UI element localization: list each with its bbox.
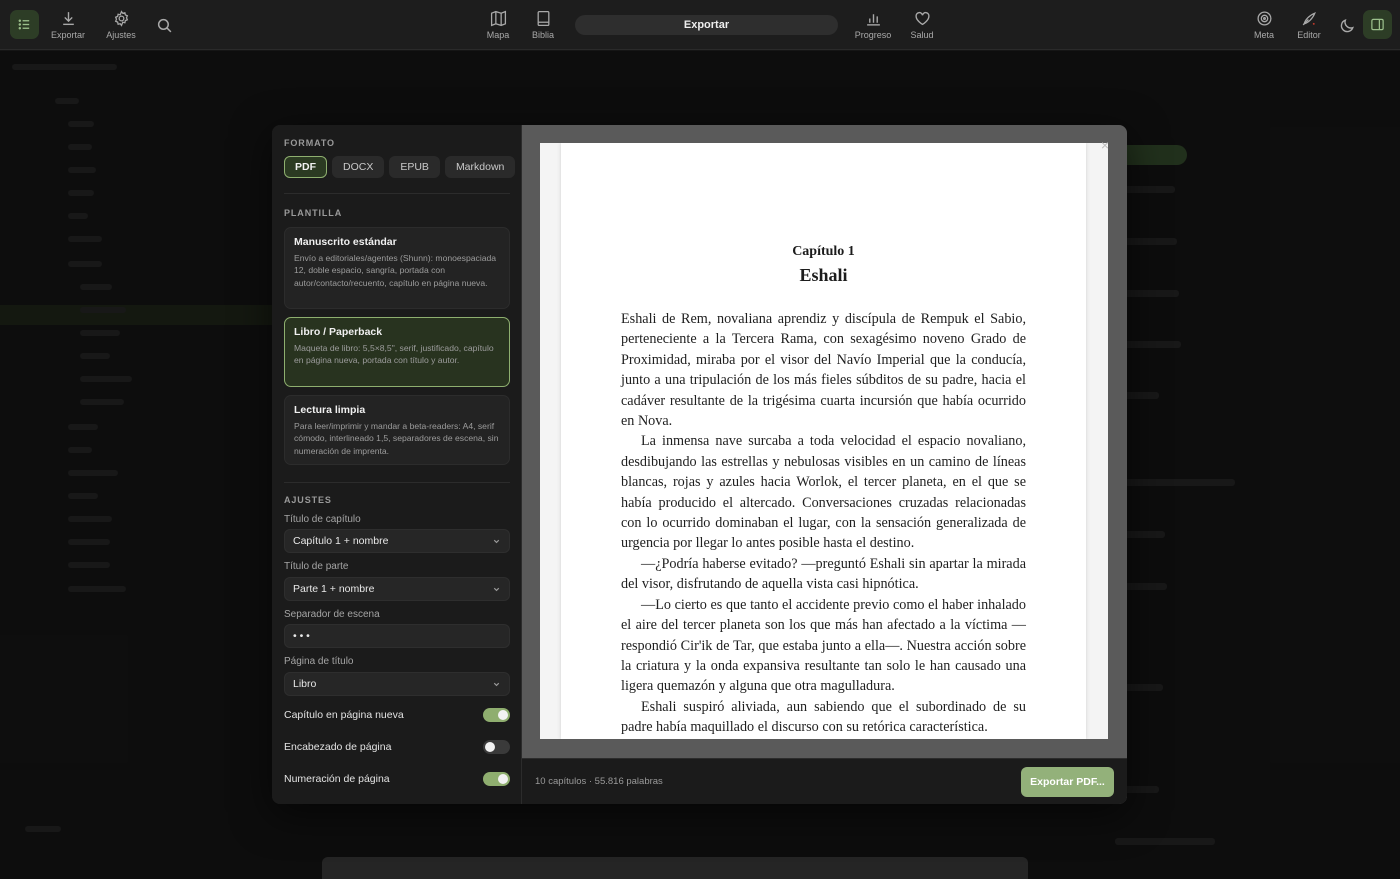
settings-toolbar-label: Ajustes xyxy=(106,30,136,40)
right-panel-toggle-button[interactable] xyxy=(1363,10,1392,39)
editor-toolbar-button[interactable]: Editor xyxy=(1294,0,1324,50)
export-toolbar-label: Exportar xyxy=(50,30,85,40)
progress-toolbar-label: Progreso xyxy=(854,30,892,40)
paragraph: —Lo cierto es que tanto el accidente pre… xyxy=(621,596,1026,695)
section-divider xyxy=(284,193,510,194)
health-toolbar-label: Salud xyxy=(910,30,934,40)
format-tab-markdown[interactable]: Markdown xyxy=(444,156,516,178)
toggle-row-page-header: Encabezado de página xyxy=(284,739,510,755)
format-tabs: PDF DOCX EPUB Markdown xyxy=(284,156,516,178)
page-header-toggle[interactable] xyxy=(483,740,510,754)
download-icon xyxy=(62,12,74,26)
pdf-preview[interactable]: Capítulo 1 Eshali Eshali de Rem, novalia… xyxy=(540,143,1108,739)
preview-panel: Capítulo 1 Eshali Eshali de Rem, novalia… xyxy=(522,125,1127,804)
format-tab-pdf[interactable]: PDF xyxy=(284,156,327,178)
template-title: Lectura limpia xyxy=(294,404,366,416)
toggle-row-chapter-new-page: Capítulo en página nueva xyxy=(284,707,510,723)
title-page-label: Página de título xyxy=(284,656,354,667)
chapter-title-label: Título de capítulo xyxy=(284,514,361,525)
map-toolbar-button[interactable]: Mapa xyxy=(484,0,512,50)
preview-page: Capítulo 1 Eshali Eshali de Rem, novalia… xyxy=(561,143,1086,739)
bar-chart-icon xyxy=(866,14,880,26)
export-pdf-button[interactable]: Exportar PDF... xyxy=(1021,767,1114,797)
template-option-manuscript[interactable]: Manuscrito estándar Envío a editoriales/… xyxy=(284,227,510,309)
list-icon xyxy=(18,19,30,30)
toggle-label: Numeración de página xyxy=(284,773,390,785)
toggle-row-page-numbering: Numeración de página xyxy=(284,771,510,787)
template-option-paperback[interactable]: Libro / Paperback Maqueta de libro: 5,5×… xyxy=(284,317,510,387)
bible-toolbar-button[interactable]: Biblia xyxy=(529,0,557,50)
chapter-text: Eshali de Rem, novaliana aprendiz y disc… xyxy=(621,309,1026,738)
sidebar-toggle-button[interactable] xyxy=(10,10,39,39)
bible-toolbar-label: Biblia xyxy=(531,30,554,40)
chapter-title-value: Capítulo 1 + nombre xyxy=(293,535,389,547)
sidebar-right-icon xyxy=(1371,18,1384,31)
top-toolbar: Exportar Ajustes Mapa Biblia Exportar Pr… xyxy=(0,0,1400,50)
editor-toolbar-label: Editor xyxy=(1297,30,1321,40)
section-divider xyxy=(284,482,510,483)
template-title: Libro / Paperback xyxy=(294,326,383,338)
chapter-number: Capítulo 1 xyxy=(792,244,855,259)
chevron-down-icon xyxy=(493,682,500,687)
format-tab-docx[interactable]: DOCX xyxy=(332,156,385,178)
search-button[interactable] xyxy=(154,0,174,50)
export-dialog: FORMATO PDF DOCX EPUB Markdown PLANTILLA… xyxy=(272,125,1127,804)
scene-separator-input[interactable]: • • • xyxy=(284,624,510,648)
moon-icon xyxy=(1340,18,1354,32)
page-numbering-toggle[interactable] xyxy=(483,772,510,786)
chevron-down-icon xyxy=(493,587,500,592)
format-heading: FORMATO xyxy=(284,138,335,148)
settings-toolbar-button[interactable]: Ajustes xyxy=(104,0,138,50)
template-heading: PLANTILLA xyxy=(284,208,343,218)
chapter-title-select[interactable]: Capítulo 1 + nombre xyxy=(284,529,510,553)
search-icon xyxy=(157,18,171,32)
export-options-panel: FORMATO PDF DOCX EPUB Markdown PLANTILLA… xyxy=(272,125,522,804)
toggle-label: Encabezado de página xyxy=(284,741,392,753)
close-icon[interactable]: × xyxy=(1097,137,1113,153)
goal-toolbar-button[interactable]: Meta xyxy=(1251,0,1277,50)
part-title-label: Título de parte xyxy=(284,561,349,572)
paragraph: La inmensa nave surcaba a toda velocidad… xyxy=(621,433,1026,552)
map-icon xyxy=(490,10,506,27)
template-title: Manuscrito estándar xyxy=(294,236,397,248)
title-page-value: Libro xyxy=(293,678,317,690)
health-toolbar-button[interactable]: Salud xyxy=(906,0,938,50)
gear-icon xyxy=(114,10,128,27)
part-title-value: Parte 1 + nombre xyxy=(293,583,375,595)
toggle-knob xyxy=(498,710,508,720)
paragraph: Eshali suspiró aliviada, aun sabiendo qu… xyxy=(621,698,1026,736)
export-toolbar-button[interactable]: Exportar xyxy=(50,0,86,50)
template-description: Envío a editoriales/agentes (Shunn): mon… xyxy=(294,253,497,288)
template-description: Para leer/imprimir y mandar a beta-reade… xyxy=(294,421,499,456)
window-title: Exportar xyxy=(575,15,838,35)
title-page-select[interactable]: Libro xyxy=(284,672,510,696)
target-icon xyxy=(1256,11,1272,26)
heart-icon xyxy=(914,11,930,26)
toggle-knob xyxy=(498,774,508,784)
chapter-name: Eshali xyxy=(799,265,848,285)
dark-mode-button[interactable] xyxy=(1337,0,1357,50)
format-tab-epub[interactable]: EPUB xyxy=(389,156,440,178)
settings-heading: AJUSTES xyxy=(284,495,332,505)
progress-toolbar-button[interactable]: Progreso xyxy=(853,0,893,50)
map-toolbar-label: Mapa xyxy=(486,30,510,40)
book-icon xyxy=(537,10,549,27)
toggle-knob xyxy=(485,742,495,752)
paragraph: Eshali de Rem, novaliana aprendiz y disc… xyxy=(621,311,1026,430)
template-option-clean-reading[interactable]: Lectura limpia Para leer/imprimir y mand… xyxy=(284,395,510,465)
template-description: Maqueta de libro: 5,5×8,5", serif, justi… xyxy=(294,343,494,366)
paragraph: —¿Podría haberse evitado? —preguntó Esha… xyxy=(621,555,1026,593)
goal-toolbar-label: Meta xyxy=(1253,30,1274,40)
dialog-footer: 10 capítulos · 55.816 palabras Exportar … xyxy=(522,758,1127,804)
chevron-down-icon xyxy=(493,539,500,544)
toggle-label: Capítulo en página nueva xyxy=(284,709,404,721)
feather-icon xyxy=(1302,12,1316,26)
chapter-new-page-toggle[interactable] xyxy=(483,708,510,722)
manuscript-stats: 10 capítulos · 55.816 palabras xyxy=(535,776,663,787)
scene-separator-label: Separador de escena xyxy=(284,609,380,620)
scene-separator-value: • • • xyxy=(293,630,310,642)
part-title-select[interactable]: Parte 1 + nombre xyxy=(284,577,510,601)
